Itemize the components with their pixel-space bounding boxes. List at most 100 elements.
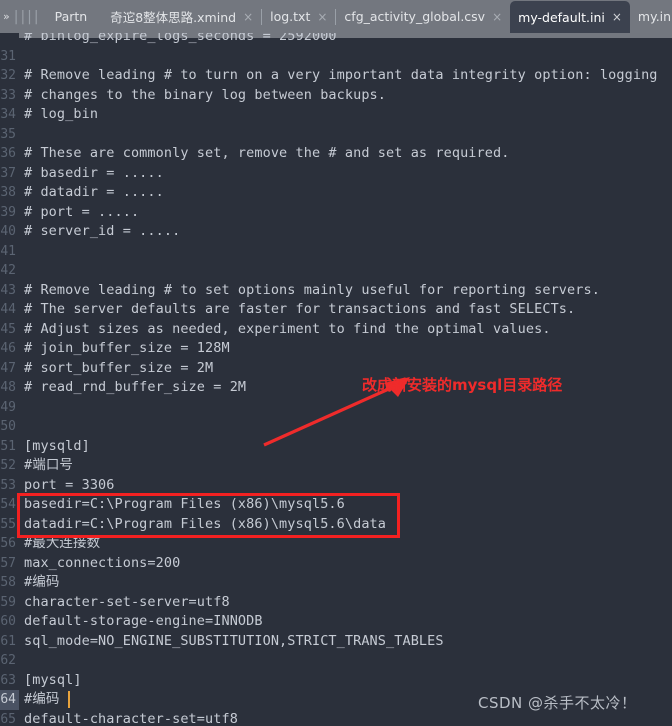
tab-close-icon[interactable]: × bbox=[612, 11, 622, 23]
code-content[interactable]: # binlog_expire_logs_seconds = 2592000 31… bbox=[0, 33, 672, 726]
code-line[interactable]: 35 bbox=[0, 125, 672, 145]
tab-list: Partn 奇迱8整体思路.xmind × log.txt × cfg_activity_… bbox=[47, 0, 672, 33]
line-text: # Adjust sizes as needed, experiment to … bbox=[24, 320, 551, 337]
line-number: 33 bbox=[0, 87, 16, 103]
code-line[interactable]: 34 # log_bin bbox=[0, 105, 672, 125]
code-line[interactable]: 46 # join_buffer_size = 128M bbox=[0, 339, 672, 359]
line-number: 46 bbox=[0, 341, 16, 356]
code-line[interactable]: 47 # sort_buffer_size = 2M bbox=[0, 359, 672, 379]
code-line[interactable]: 62 bbox=[0, 651, 672, 671]
line-number: 47 bbox=[0, 360, 16, 376]
line-number: 37 bbox=[0, 165, 16, 181]
line-text: # These are commonly set, remove the # a… bbox=[24, 145, 510, 161]
line-text: #端口号 bbox=[24, 457, 74, 473]
line-number: 35 bbox=[0, 126, 16, 142]
code-line[interactable]: # binlog_expire_logs_seconds = 2592000 bbox=[0, 33, 672, 47]
tab-label: log.txt bbox=[270, 9, 311, 24]
line-number: 58 bbox=[0, 575, 16, 590]
tab-close-icon[interactable]: × bbox=[243, 11, 253, 23]
line-text: # sort_buffer_size = 2M bbox=[24, 359, 214, 376]
line-text: character-set-server=utf8 bbox=[24, 593, 230, 610]
line-number: 57 bbox=[0, 555, 16, 571]
code-line[interactable]: 55 datadir=C:\Program Files (x86)\mysql5.… bbox=[0, 515, 672, 535]
code-line[interactable]: 45 # Adjust sizes as needed, experiment t… bbox=[0, 320, 672, 340]
line-text: # The server defaults are faster for tra… bbox=[24, 301, 576, 317]
code-line[interactable]: 48 # read_rnd_buffer_size = 2M bbox=[0, 378, 672, 398]
line-number: 56 bbox=[0, 536, 16, 551]
code-line[interactable]: 31 bbox=[0, 47, 672, 67]
code-line[interactable]: 63 [mysql] bbox=[0, 671, 672, 691]
csdn-watermark: CSDN @杀手不太冷！ bbox=[478, 694, 637, 712]
code-line[interactable]: 52 #端口号 bbox=[0, 456, 672, 476]
code-line[interactable]: 54 basedir=C:\Program Files (x86)\mysql5.… bbox=[0, 495, 672, 515]
editor-tab-0[interactable]: Partn bbox=[47, 0, 103, 33]
line-text: [mysql] bbox=[24, 671, 82, 688]
code-line[interactable]: 39 # port = ..... bbox=[0, 203, 672, 223]
line-number: 65 bbox=[0, 711, 16, 726]
code-line[interactable]: 59 character-set-server=utf8 bbox=[0, 593, 672, 613]
code-line[interactable]: 43 # Remove leading # to set options main… bbox=[0, 281, 672, 301]
code-line[interactable]: 51 [mysqld] bbox=[0, 437, 672, 457]
line-text: # changes to the binary log between back… bbox=[24, 86, 387, 103]
tab-label: Partn bbox=[54, 9, 88, 24]
line-text: #最大连接数 bbox=[24, 535, 101, 551]
code-line[interactable]: 56 #最大连接数 bbox=[0, 534, 672, 554]
editor-tab-5[interactable]: my.ini× bbox=[630, 0, 672, 33]
line-number: 55 bbox=[0, 516, 16, 532]
code-line[interactable]: 53 port = 3306 bbox=[0, 476, 672, 496]
line-text: # Remove leading # to turn on a very imp… bbox=[24, 67, 658, 83]
tab-overflow-chevron-icon[interactable]: » bbox=[2, 10, 14, 23]
tab-close-icon[interactable]: × bbox=[317, 11, 327, 23]
code-line[interactable]: 50 bbox=[0, 417, 672, 437]
code-line[interactable]: 38 # datadir = ..... bbox=[0, 183, 672, 203]
line-text: datadir=C:\Program Files (x86)\mysql5.6\… bbox=[24, 515, 387, 532]
line-text: #编码 bbox=[24, 574, 60, 590]
code-line[interactable]: 44 # The server defaults are faster for t… bbox=[0, 300, 672, 320]
line-text: # read_rnd_buffer_size = 2M bbox=[24, 379, 247, 395]
code-line[interactable]: 36 # These are commonly set, remove the #… bbox=[0, 144, 672, 164]
code-line[interactable]: 32 # Remove leading # to turn on a very i… bbox=[0, 66, 672, 86]
line-number: 63 bbox=[0, 672, 16, 688]
line-number: 51 bbox=[0, 438, 16, 454]
annotation-label: 改成新安装的mysql目录路径 bbox=[362, 376, 563, 394]
line-number: 48 bbox=[0, 380, 16, 395]
code-line[interactable]: 49 bbox=[0, 398, 672, 418]
line-number: 54 bbox=[0, 497, 16, 512]
line-text: # join_buffer_size = 128M bbox=[24, 340, 230, 356]
code-line[interactable]: 41 bbox=[0, 242, 672, 262]
line-number: 36 bbox=[0, 146, 16, 161]
line-text: [mysqld] bbox=[24, 437, 90, 454]
tab-label: my-default.ini bbox=[518, 9, 605, 25]
tab-drag-handle-icon[interactable]: |||| bbox=[14, 9, 47, 25]
editor-tab-bar[interactable]: » |||| Partn 奇迱8整体思路.xmind × log.txt × cfg_ac… bbox=[0, 0, 672, 33]
code-line[interactable]: 33 # changes to the binary log between ba… bbox=[0, 86, 672, 106]
code-line[interactable]: 57 max_connections=200 bbox=[0, 554, 672, 574]
line-number: 53 bbox=[0, 477, 16, 493]
line-text: # datadir = ..... bbox=[24, 184, 164, 200]
editor-tab-2[interactable]: log.txt × bbox=[262, 0, 335, 33]
tab-close-icon[interactable]: × bbox=[492, 11, 502, 23]
code-line[interactable]: 37 # basedir = ..... bbox=[0, 164, 672, 184]
line-number: 62 bbox=[0, 653, 16, 668]
line-text: # server_id = ..... bbox=[24, 223, 181, 239]
tab-label: my.ini bbox=[637, 9, 672, 24]
line-number: 45 bbox=[0, 321, 16, 337]
line-number: 38 bbox=[0, 185, 16, 200]
code-line[interactable]: 60 default-storage-engine=INNODB bbox=[0, 612, 672, 632]
line-text: sql_mode=NO_ENGINE_SUBSTITUTION,STRICT_T… bbox=[24, 632, 444, 649]
tab-label: cfg_activity_global.csv bbox=[344, 9, 486, 24]
code-line[interactable]: 58 #编码 bbox=[0, 573, 672, 593]
line-text: # port = ..... bbox=[24, 203, 140, 220]
tab-label: 奇迱8整体思路.xmind bbox=[110, 10, 237, 25]
line-text: port = 3306 bbox=[24, 476, 115, 493]
code-line[interactable]: 42 bbox=[0, 261, 672, 281]
editor-tab-1[interactable]: 奇迱8整体思路.xmind × bbox=[102, 0, 261, 33]
line-number: 61 bbox=[0, 633, 16, 649]
editor-tab-4[interactable]: my-default.ini × bbox=[510, 1, 630, 33]
code-line[interactable]: 40 # server_id = ..... bbox=[0, 222, 672, 242]
editor-tab-3[interactable]: cfg_activity_global.csv × bbox=[336, 0, 510, 33]
line-number: 32 bbox=[0, 68, 16, 83]
line-text: # log_bin bbox=[24, 106, 99, 122]
code-line[interactable]: 61 sql_mode=NO_ENGINE_SUBSTITUTION,STRICT… bbox=[0, 632, 672, 652]
code-editor[interactable]: # binlog_expire_logs_seconds = 2592000 31… bbox=[0, 33, 672, 726]
